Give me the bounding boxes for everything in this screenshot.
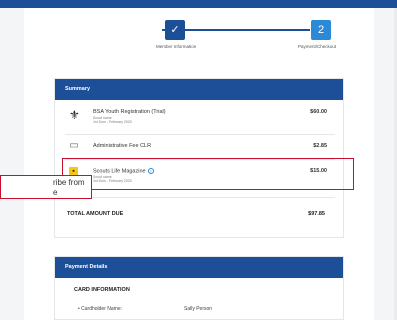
card-information-title: CARD INFORMATION	[74, 287, 130, 293]
divider	[65, 134, 335, 135]
total-label: TOTAL AMOUNT DUE	[67, 211, 124, 217]
cardholder-name-value: Sally Person	[184, 306, 213, 312]
callout-line-1: ribe from	[53, 178, 85, 187]
line-item-youth-registration: ⚜ BSA Youth Registration (Trial) Scout n…	[55, 109, 345, 135]
step-1-caption: Member Information	[156, 44, 197, 49]
summary-header: Summary	[55, 79, 343, 100]
line-item-amount: $60.00	[310, 109, 327, 115]
callout-line-2: e	[53, 188, 58, 197]
top-header-bar	[0, 0, 397, 8]
checkmark-icon: ✓	[170, 24, 180, 36]
scout-emblem-icon: ⚜	[69, 108, 80, 122]
step-2-caption: Payment/Checkout	[298, 44, 337, 49]
step-1-checkmark-icon[interactable]: ✓	[165, 20, 185, 40]
line-item-name: Administrative Fee CLR	[93, 143, 152, 149]
cardholder-name-label: • Cardholder Name:	[78, 306, 122, 312]
document-icon: ▭	[69, 140, 79, 151]
line-item-amount: $2.85	[313, 143, 327, 149]
line-item-sub: 1st Sum - February 2020	[93, 120, 132, 124]
number-2-icon: 2	[317, 24, 325, 36]
payment-details-header: Payment Details	[55, 257, 343, 278]
annotation-callout: ribe from e	[0, 175, 92, 199]
divider	[65, 197, 335, 198]
total-amount: $97.85	[308, 211, 325, 217]
magazine-highlight-box	[62, 158, 354, 190]
line-item-name: BSA Youth Registration (Trial)	[93, 109, 166, 115]
step-2-number-icon[interactable]: 2	[311, 20, 331, 40]
